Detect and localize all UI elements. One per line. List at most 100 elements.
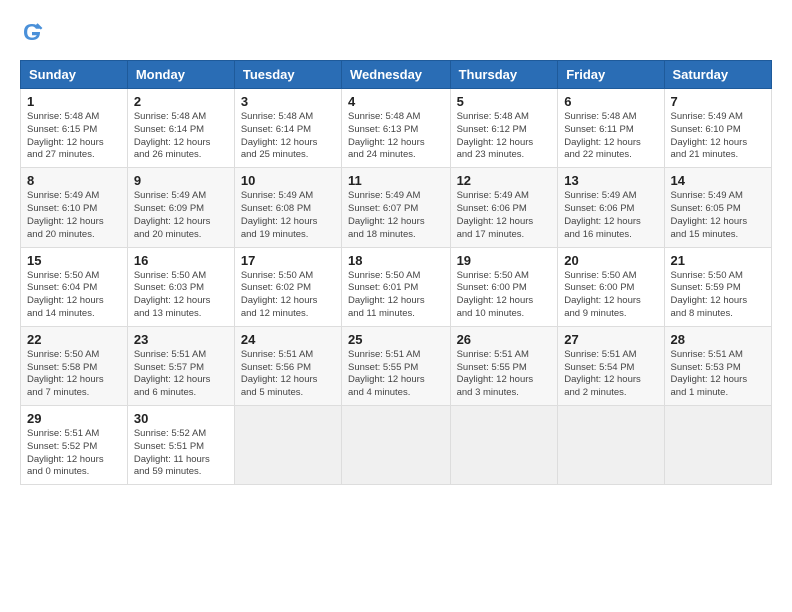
calendar-cell: 18 Sunrise: 5:50 AM Sunset: 6:01 PM Dayli… bbox=[342, 247, 451, 326]
calendar-cell: 20 Sunrise: 5:50 AM Sunset: 6:00 PM Dayli… bbox=[558, 247, 664, 326]
column-header-tuesday: Tuesday bbox=[234, 61, 341, 89]
day-info: Sunrise: 5:51 AM Sunset: 5:55 PM Dayligh… bbox=[457, 349, 552, 400]
calendar-cell: 1 Sunrise: 5:48 AM Sunset: 6:15 PM Daylig… bbox=[21, 89, 128, 168]
calendar-week-5: 29Sunrise: 5:51 AM Sunset: 5:52 PM Dayli… bbox=[21, 406, 772, 485]
day-info: Sunrise: 5:52 AM Sunset: 5:51 PM Dayligh… bbox=[134, 428, 228, 479]
calendar-cell: 17 Sunrise: 5:50 AM Sunset: 6:02 PM Dayli… bbox=[234, 247, 341, 326]
day-info: Sunrise: 5:49 AM Sunset: 6:09 PM Dayligh… bbox=[134, 190, 228, 241]
day-info: Sunrise: 5:50 AM Sunset: 6:01 PM Dayligh… bbox=[348, 270, 444, 321]
logo-icon bbox=[20, 20, 44, 44]
calendar-cell: 5 Sunrise: 5:48 AM Sunset: 6:12 PM Daylig… bbox=[450, 89, 558, 168]
day-info: Sunrise: 5:49 AM Sunset: 6:10 PM Dayligh… bbox=[27, 190, 121, 241]
calendar-cell bbox=[342, 406, 451, 485]
column-header-sunday: Sunday bbox=[21, 61, 128, 89]
day-info: Sunrise: 5:50 AM Sunset: 6:03 PM Dayligh… bbox=[134, 270, 228, 321]
day-number: 13 bbox=[564, 173, 657, 188]
day-number: 2 bbox=[134, 94, 228, 109]
calendar-cell: 14 Sunrise: 5:49 AM Sunset: 6:05 PM Dayli… bbox=[664, 168, 771, 247]
day-info: Sunrise: 5:48 AM Sunset: 6:14 PM Dayligh… bbox=[241, 111, 335, 162]
column-header-saturday: Saturday bbox=[664, 61, 771, 89]
calendar-cell: 8 Sunrise: 5:49 AM Sunset: 6:10 PM Daylig… bbox=[21, 168, 128, 247]
calendar-cell: 25 Sunrise: 5:51 AM Sunset: 5:55 PM Dayli… bbox=[342, 326, 451, 405]
day-number: 11 bbox=[348, 173, 444, 188]
column-header-thursday: Thursday bbox=[450, 61, 558, 89]
day-number: 8 bbox=[27, 173, 121, 188]
day-number: 18 bbox=[348, 253, 444, 268]
day-number: 24 bbox=[241, 332, 335, 347]
day-info: Sunrise: 5:50 AM Sunset: 6:02 PM Dayligh… bbox=[241, 270, 335, 321]
day-number: 16 bbox=[134, 253, 228, 268]
calendar-week-2: 8 Sunrise: 5:49 AM Sunset: 6:10 PM Daylig… bbox=[21, 168, 772, 247]
calendar-cell: 26 Sunrise: 5:51 AM Sunset: 5:55 PM Dayli… bbox=[450, 326, 558, 405]
column-header-friday: Friday bbox=[558, 61, 664, 89]
day-number: 1 bbox=[27, 94, 121, 109]
day-number: 3 bbox=[241, 94, 335, 109]
calendar-cell bbox=[664, 406, 771, 485]
calendar-week-3: 15 Sunrise: 5:50 AM Sunset: 6:04 PM Dayli… bbox=[21, 247, 772, 326]
day-info: Sunrise: 5:50 AM Sunset: 5:58 PM Dayligh… bbox=[27, 349, 121, 400]
day-number: 22 bbox=[27, 332, 121, 347]
day-info: Sunrise: 5:50 AM Sunset: 6:00 PM Dayligh… bbox=[564, 270, 657, 321]
day-number: 20 bbox=[564, 253, 657, 268]
day-number: 17 bbox=[241, 253, 335, 268]
day-number: 15 bbox=[27, 253, 121, 268]
calendar-cell: 10Sunrise: 5:49 AM Sunset: 6:08 PM Dayli… bbox=[234, 168, 341, 247]
day-info: Sunrise: 5:48 AM Sunset: 6:13 PM Dayligh… bbox=[348, 111, 444, 162]
calendar-cell bbox=[234, 406, 341, 485]
day-number: 23 bbox=[134, 332, 228, 347]
day-info: Sunrise: 5:51 AM Sunset: 5:55 PM Dayligh… bbox=[348, 349, 444, 400]
calendar-cell: 7 Sunrise: 5:49 AM Sunset: 6:10 PM Daylig… bbox=[664, 89, 771, 168]
day-info: Sunrise: 5:50 AM Sunset: 6:04 PM Dayligh… bbox=[27, 270, 121, 321]
calendar-cell: 2Sunrise: 5:48 AM Sunset: 6:14 PM Daylig… bbox=[127, 89, 234, 168]
calendar-cell: 28 Sunrise: 5:51 AM Sunset: 5:53 PM Dayli… bbox=[664, 326, 771, 405]
column-header-monday: Monday bbox=[127, 61, 234, 89]
calendar-cell: 22 Sunrise: 5:50 AM Sunset: 5:58 PM Dayli… bbox=[21, 326, 128, 405]
calendar-cell: 16 Sunrise: 5:50 AM Sunset: 6:03 PM Dayli… bbox=[127, 247, 234, 326]
day-number: 14 bbox=[671, 173, 765, 188]
calendar-cell: 9 Sunrise: 5:49 AM Sunset: 6:09 PM Daylig… bbox=[127, 168, 234, 247]
day-number: 25 bbox=[348, 332, 444, 347]
day-info: Sunrise: 5:48 AM Sunset: 6:15 PM Dayligh… bbox=[27, 111, 121, 162]
calendar-cell: 30 Sunrise: 5:52 AM Sunset: 5:51 PM Dayli… bbox=[127, 406, 234, 485]
day-number: 27 bbox=[564, 332, 657, 347]
day-number: 7 bbox=[671, 94, 765, 109]
calendar-cell bbox=[450, 406, 558, 485]
calendar-cell: 13Sunrise: 5:49 AM Sunset: 6:06 PM Dayli… bbox=[558, 168, 664, 247]
day-info: Sunrise: 5:50 AM Sunset: 6:00 PM Dayligh… bbox=[457, 270, 552, 321]
calendar-cell bbox=[558, 406, 664, 485]
calendar-cell: 15 Sunrise: 5:50 AM Sunset: 6:04 PM Dayli… bbox=[21, 247, 128, 326]
calendar-cell: 12Sunrise: 5:49 AM Sunset: 6:06 PM Dayli… bbox=[450, 168, 558, 247]
calendar-cell: 4 Sunrise: 5:48 AM Sunset: 6:13 PM Daylig… bbox=[342, 89, 451, 168]
calendar-cell: 24 Sunrise: 5:51 AM Sunset: 5:56 PM Dayli… bbox=[234, 326, 341, 405]
day-number: 6 bbox=[564, 94, 657, 109]
day-number: 19 bbox=[457, 253, 552, 268]
logo bbox=[20, 20, 48, 44]
day-info: Sunrise: 5:51 AM Sunset: 5:56 PM Dayligh… bbox=[241, 349, 335, 400]
day-info: Sunrise: 5:49 AM Sunset: 6:07 PM Dayligh… bbox=[348, 190, 444, 241]
calendar-cell: 6 Sunrise: 5:48 AM Sunset: 6:11 PM Daylig… bbox=[558, 89, 664, 168]
calendar-week-1: 1 Sunrise: 5:48 AM Sunset: 6:15 PM Daylig… bbox=[21, 89, 772, 168]
calendar-cell: 3 Sunrise: 5:48 AM Sunset: 6:14 PM Daylig… bbox=[234, 89, 341, 168]
day-info: Sunrise: 5:51 AM Sunset: 5:52 PM Dayligh… bbox=[27, 428, 121, 479]
day-number: 21 bbox=[671, 253, 765, 268]
calendar-cell: 19 Sunrise: 5:50 AM Sunset: 6:00 PM Dayli… bbox=[450, 247, 558, 326]
day-info: Sunrise: 5:48 AM Sunset: 6:11 PM Dayligh… bbox=[564, 111, 657, 162]
day-info: Sunrise: 5:51 AM Sunset: 5:53 PM Dayligh… bbox=[671, 349, 765, 400]
day-info: Sunrise: 5:51 AM Sunset: 5:57 PM Dayligh… bbox=[134, 349, 228, 400]
day-info: Sunrise: 5:49 AM Sunset: 6:05 PM Dayligh… bbox=[671, 190, 765, 241]
calendar-cell: 11 Sunrise: 5:49 AM Sunset: 6:07 PM Dayli… bbox=[342, 168, 451, 247]
calendar-cell: 21Sunrise: 5:50 AM Sunset: 5:59 PM Dayli… bbox=[664, 247, 771, 326]
day-number: 5 bbox=[457, 94, 552, 109]
day-number: 30 bbox=[134, 411, 228, 426]
day-info: Sunrise: 5:49 AM Sunset: 6:08 PM Dayligh… bbox=[241, 190, 335, 241]
day-info: Sunrise: 5:51 AM Sunset: 5:54 PM Dayligh… bbox=[564, 349, 657, 400]
day-number: 9 bbox=[134, 173, 228, 188]
calendar-cell: 29Sunrise: 5:51 AM Sunset: 5:52 PM Dayli… bbox=[21, 406, 128, 485]
day-info: Sunrise: 5:49 AM Sunset: 6:10 PM Dayligh… bbox=[671, 111, 765, 162]
day-number: 4 bbox=[348, 94, 444, 109]
day-number: 26 bbox=[457, 332, 552, 347]
day-number: 28 bbox=[671, 332, 765, 347]
day-info: Sunrise: 5:48 AM Sunset: 6:12 PM Dayligh… bbox=[457, 111, 552, 162]
calendar-table: SundayMondayTuesdayWednesdayThursdayFrid… bbox=[20, 60, 772, 485]
calendar-week-4: 22 Sunrise: 5:50 AM Sunset: 5:58 PM Dayli… bbox=[21, 326, 772, 405]
